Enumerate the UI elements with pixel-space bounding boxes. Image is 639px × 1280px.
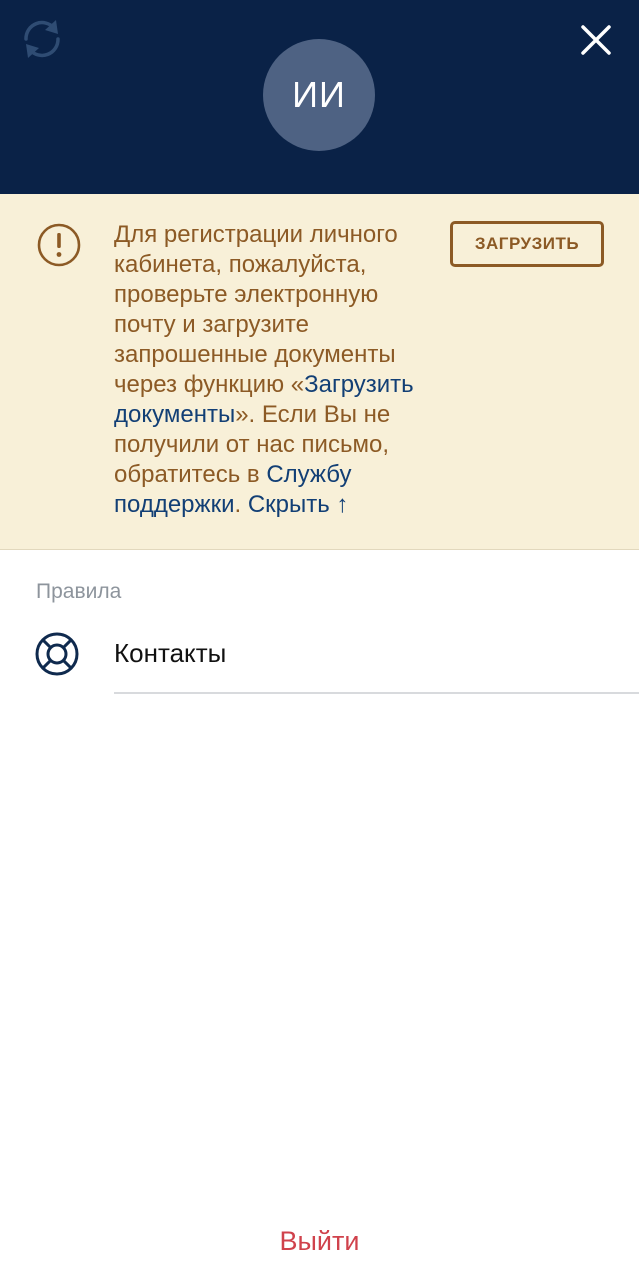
refresh-button[interactable] (18, 18, 66, 60)
profile-header: ИИ (0, 0, 639, 194)
logout-button[interactable]: Выйти (0, 1220, 639, 1262)
notice-text: Для регистрации личного кабинета, пожалу… (114, 220, 440, 520)
section-label-rules[interactable]: Правила (36, 578, 121, 606)
notice-text-part: . (234, 491, 248, 518)
avatar-initials: ИИ (292, 74, 346, 115)
divider (114, 692, 639, 694)
menu-item-label: Контакты (114, 638, 227, 668)
lifebuoy-icon (35, 632, 79, 676)
close-icon (581, 25, 611, 55)
avatar[interactable]: ИИ (263, 39, 375, 151)
exclamation-circle-icon (37, 223, 81, 267)
upload-button[interactable]: ЗАГРУЗИТЬ (450, 221, 604, 267)
hide-notice-link[interactable]: Скрыть ↑ (248, 491, 349, 518)
refresh-icon (24, 20, 60, 58)
close-button[interactable] (574, 18, 618, 62)
menu-item-contacts[interactable]: Контакты (0, 612, 639, 694)
